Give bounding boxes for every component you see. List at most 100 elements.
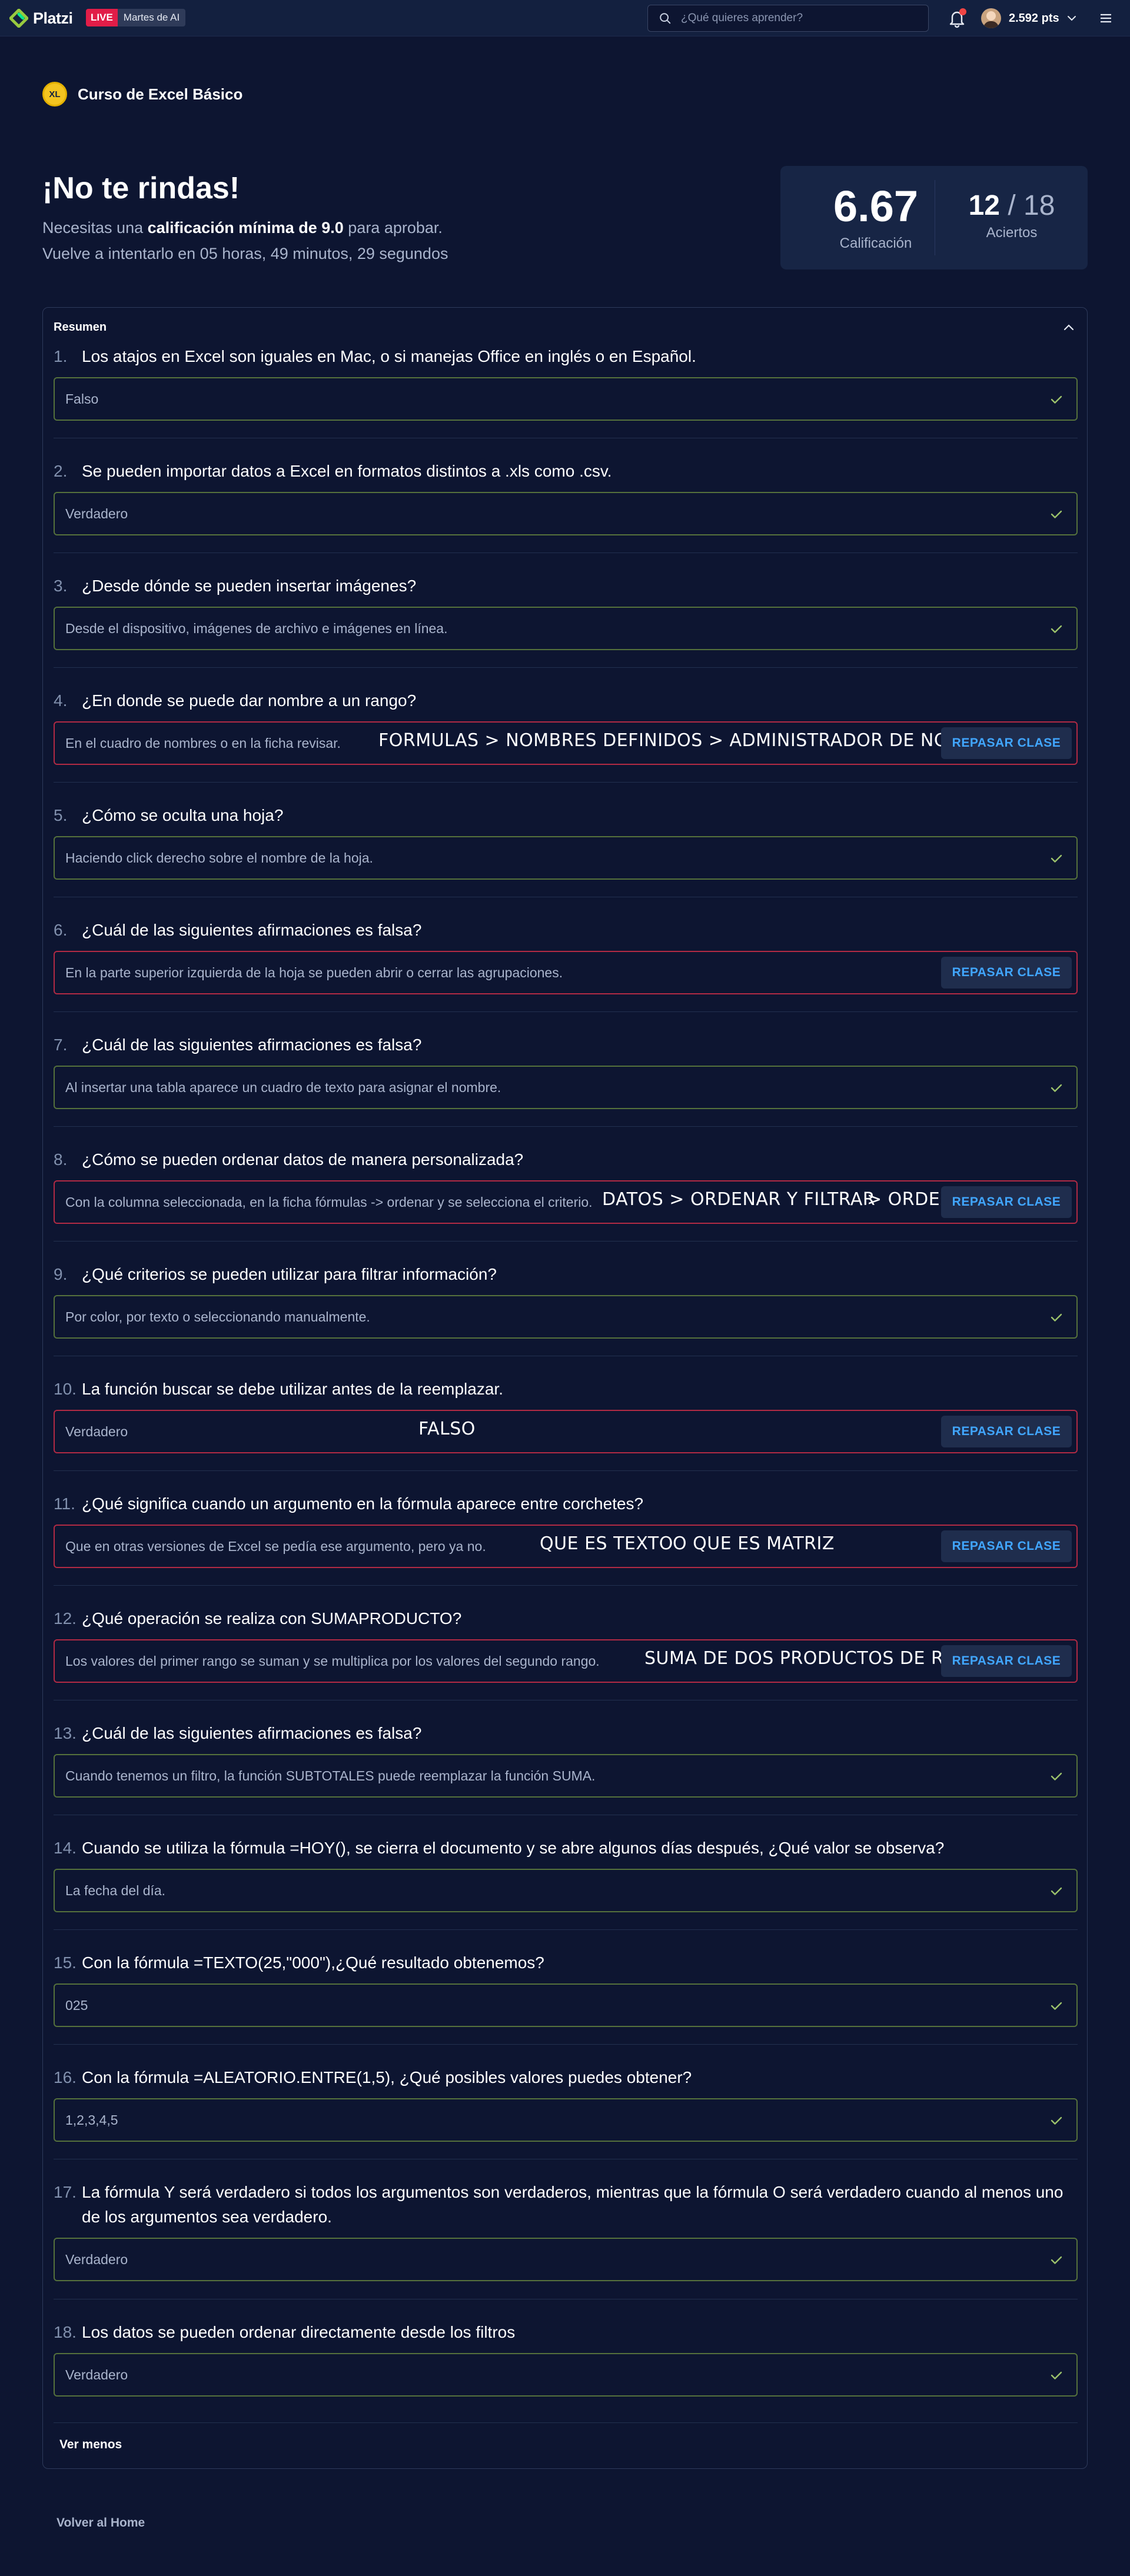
question-separator [54,1929,1078,1930]
score-card: 6.67 Calificación 12 / 18 Aciertos [780,166,1088,269]
summary-title: Resumen [54,321,107,334]
live-label: LIVE [86,9,118,26]
question-text: ¿Cómo se pueden ordenar datos de manera … [82,1150,524,1169]
handwritten-note: DATOS > ORDENAR Y FILTRAR [602,1189,876,1210]
check-icon [1049,2114,1063,2128]
question-number: 13. [54,1724,77,1742]
answer-correct: Haciendo click derecho sobre el nombre d… [54,836,1078,880]
check-icon [1049,2368,1063,2382]
question-title: 12. ¿Qué operación se realiza con SUMAPRO… [54,1606,1078,1631]
answer-incorrect: Que en otras versiones de Excel se pedía… [54,1525,1078,1568]
user-points: 2.592 pts [1009,12,1059,25]
question-number: 8. [54,1150,68,1169]
check-icon [1049,1999,1063,2013]
question-title: 9. ¿Qué criterios se pueden utilizar para… [54,1262,1078,1287]
question-separator [54,2422,1078,2423]
answer-incorrect: En la parte superior izquierda de la hoj… [54,951,1078,994]
top-navigation-bar: Platzi LIVE Martes de AI 2.592 pts [0,0,1130,36]
live-event-name: Martes de AI [117,9,186,26]
review-class-button[interactable]: REPASAR CLASE [941,1530,1072,1562]
search-box[interactable] [647,5,929,32]
review-class-button[interactable]: REPASAR CLASE [941,1645,1072,1677]
question-title: 15. Con la fórmula =TEXTO(25,"000"),¿Qué … [54,1951,1078,1975]
answer-correct: 1,2,3,4,5 [54,2098,1078,2142]
answer-text: Los valores del primer rango se suman y … [65,1653,600,1669]
question-title: 11. ¿Qué significa cuando un argumento en… [54,1492,1078,1516]
check-icon [1049,1769,1063,1783]
question-separator [54,2044,1078,2045]
chevron-down-icon[interactable] [1066,13,1077,24]
question-separator [54,667,1078,668]
search-input[interactable] [680,11,915,25]
question-text: ¿En donde se puede dar nombre a un rango… [82,691,417,710]
user-avatar[interactable] [981,8,1001,28]
question-title: 7. ¿Cuál de las siguientes afirmaciones e… [54,1033,1078,1057]
question-title: 4. ¿En donde se puede dar nombre a un ran… [54,688,1078,713]
review-class-button[interactable]: REPASAR CLASE [941,1186,1072,1218]
handwritten-note: FALSO [418,1419,476,1439]
answer-correct: Al insertar una tabla aparece un cuadro … [54,1066,1078,1109]
review-class-button[interactable]: REPASAR CLASE [941,1416,1072,1447]
answer-text: 1,2,3,4,5 [65,2112,118,2128]
requirement-text: Necesitas una calificación mínima de 9.0… [42,219,443,237]
result-heading: ¡No te rindas! [42,171,240,205]
question-title: 13. ¿Cuál de las siguientes afirmaciones … [54,1721,1078,1746]
question-number: 1. [54,347,68,365]
question-text: Con la fórmula =TEXTO(25,"000"),¿Qué res… [82,1953,544,1972]
check-icon [1049,507,1063,521]
platzi-logo-icon [9,9,28,28]
score-value: 6.67 [833,182,919,231]
platzi-logo[interactable]: Platzi [9,7,73,29]
question-title: 17. La fórmula Y será verdadero si todos … [54,2180,1078,2229]
back-home-link[interactable]: Volver al Home [56,2516,145,2530]
answer-correct: La fecha del día. [54,1869,1078,1912]
question-separator [54,782,1078,783]
question-title: 6. ¿Cuál de las siguientes afirmaciones e… [54,918,1078,943]
question-separator [54,1585,1078,1586]
question-text: ¿Cuál de las siguientes afirmaciones es … [82,1724,422,1742]
question-text: ¿Qué significa cuando un argumento en la… [82,1495,644,1513]
question-title: 2. Se pueden importar datos a Excel en fo… [54,459,1078,484]
live-event-badge[interactable]: LIVE Martes de AI [86,8,186,27]
question-number: 17. [54,2183,77,2201]
course-badge-icon: XL [42,82,67,106]
course-header[interactable]: XL Curso de Excel Básico [42,80,242,108]
question-title: 3. ¿Desde dónde se pueden insertar imágen… [54,574,1078,598]
check-icon [1049,1310,1063,1324]
question-number: 6. [54,921,68,939]
question-number: 15. [54,1953,77,1972]
question-text: ¿Cuál de las siguientes afirmaciones es … [82,921,422,939]
question-number: 11. [54,1495,75,1513]
hamburger-menu-icon[interactable] [1099,13,1112,24]
search-icon [660,13,671,24]
question-text: La fórmula Y será verdadero si todos los… [82,2183,1063,2226]
answer-correct: Cuando tenemos un filtro, la función SUB… [54,1754,1078,1798]
retry-countdown: Vuelve a intentarlo en 05 horas, 49 minu… [42,245,448,262]
question-number: 2. [54,462,68,480]
notification-dot [959,8,966,15]
review-class-button[interactable]: REPASAR CLASE [941,957,1072,989]
question-title: 16. Con la fórmula =ALEATORIO.ENTRE(1,5),… [54,2065,1078,2090]
question-text: La función buscar se debe utilizar antes… [82,1380,503,1398]
answer-incorrect: Con la columna seleccionada, en la ficha… [54,1180,1078,1224]
check-icon [1049,1884,1063,1898]
question-text: Los datos se pueden ordenar directamente… [82,2323,516,2341]
answer-text: 025 [65,1998,88,2013]
question-number: 3. [54,577,68,595]
answer-text: En la parte superior izquierda de la hoj… [65,965,563,980]
answer-text: Verdadero [65,1424,128,1439]
chevron-up-icon[interactable] [1062,321,1075,334]
question-separator [54,1126,1078,1127]
answer-correct: Desde el dispositivo, imágenes de archiv… [54,607,1078,650]
answer-text: Por color, por texto o seleccionando man… [65,1309,370,1324]
answer-incorrect: Verdadero FALSO REPASAR CLASE [54,1410,1078,1453]
check-icon [1049,1081,1063,1095]
review-class-button[interactable]: REPASAR CLASE [941,727,1072,759]
question-text: ¿Qué criterios se pueden utilizar para f… [82,1265,497,1283]
question-text: ¿Cuál de las siguientes afirmaciones es … [82,1036,422,1054]
question-number: 16. [54,2068,77,2086]
show-less-button[interactable]: Ver menos [59,2438,122,2452]
question-number: 9. [54,1265,68,1283]
question-separator [54,1241,1078,1242]
question-text: Con la fórmula =ALEATORIO.ENTRE(1,5), ¿Q… [82,2068,692,2086]
